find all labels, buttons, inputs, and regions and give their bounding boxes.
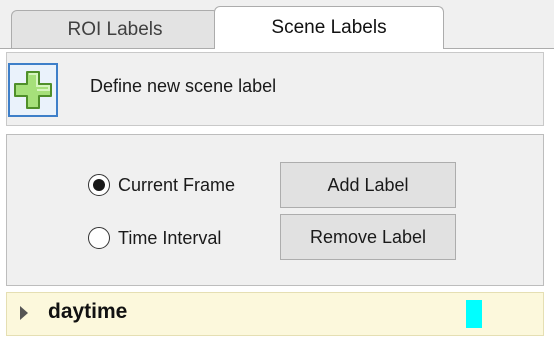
expand-triangle-icon[interactable] <box>20 306 28 320</box>
plus-icon <box>14 71 52 109</box>
radio-current-frame-label: Current Frame <box>118 174 236 195</box>
radio-unselected-icon[interactable] <box>88 227 110 249</box>
scene-label-color-swatch <box>466 300 482 328</box>
scene-label-name: daytime <box>48 300 128 323</box>
radio-selected-icon[interactable] <box>88 174 110 196</box>
scene-controls-panel <box>6 134 544 286</box>
tab-roi-labels-label: ROI Labels <box>67 18 163 40</box>
tab-roi-labels[interactable]: ROI Labels <box>11 10 219 48</box>
tab-scene-labels[interactable]: Scene Labels <box>214 6 444 49</box>
define-scene-button[interactable] <box>8 63 58 117</box>
radio-time-interval-label: Time Interval <box>118 227 222 248</box>
radio-dot <box>93 179 105 191</box>
radio-current-frame[interactable]: Current Frame <box>88 174 235 196</box>
radio-time-interval[interactable]: Time Interval <box>88 227 221 249</box>
remove-label-button[interactable]: Remove Label <box>280 214 456 260</box>
tab-scene-labels-label: Scene Labels <box>271 17 387 38</box>
define-scene-label: Define new scene label <box>90 76 277 96</box>
add-label-button[interactable]: Add Label <box>280 162 456 208</box>
